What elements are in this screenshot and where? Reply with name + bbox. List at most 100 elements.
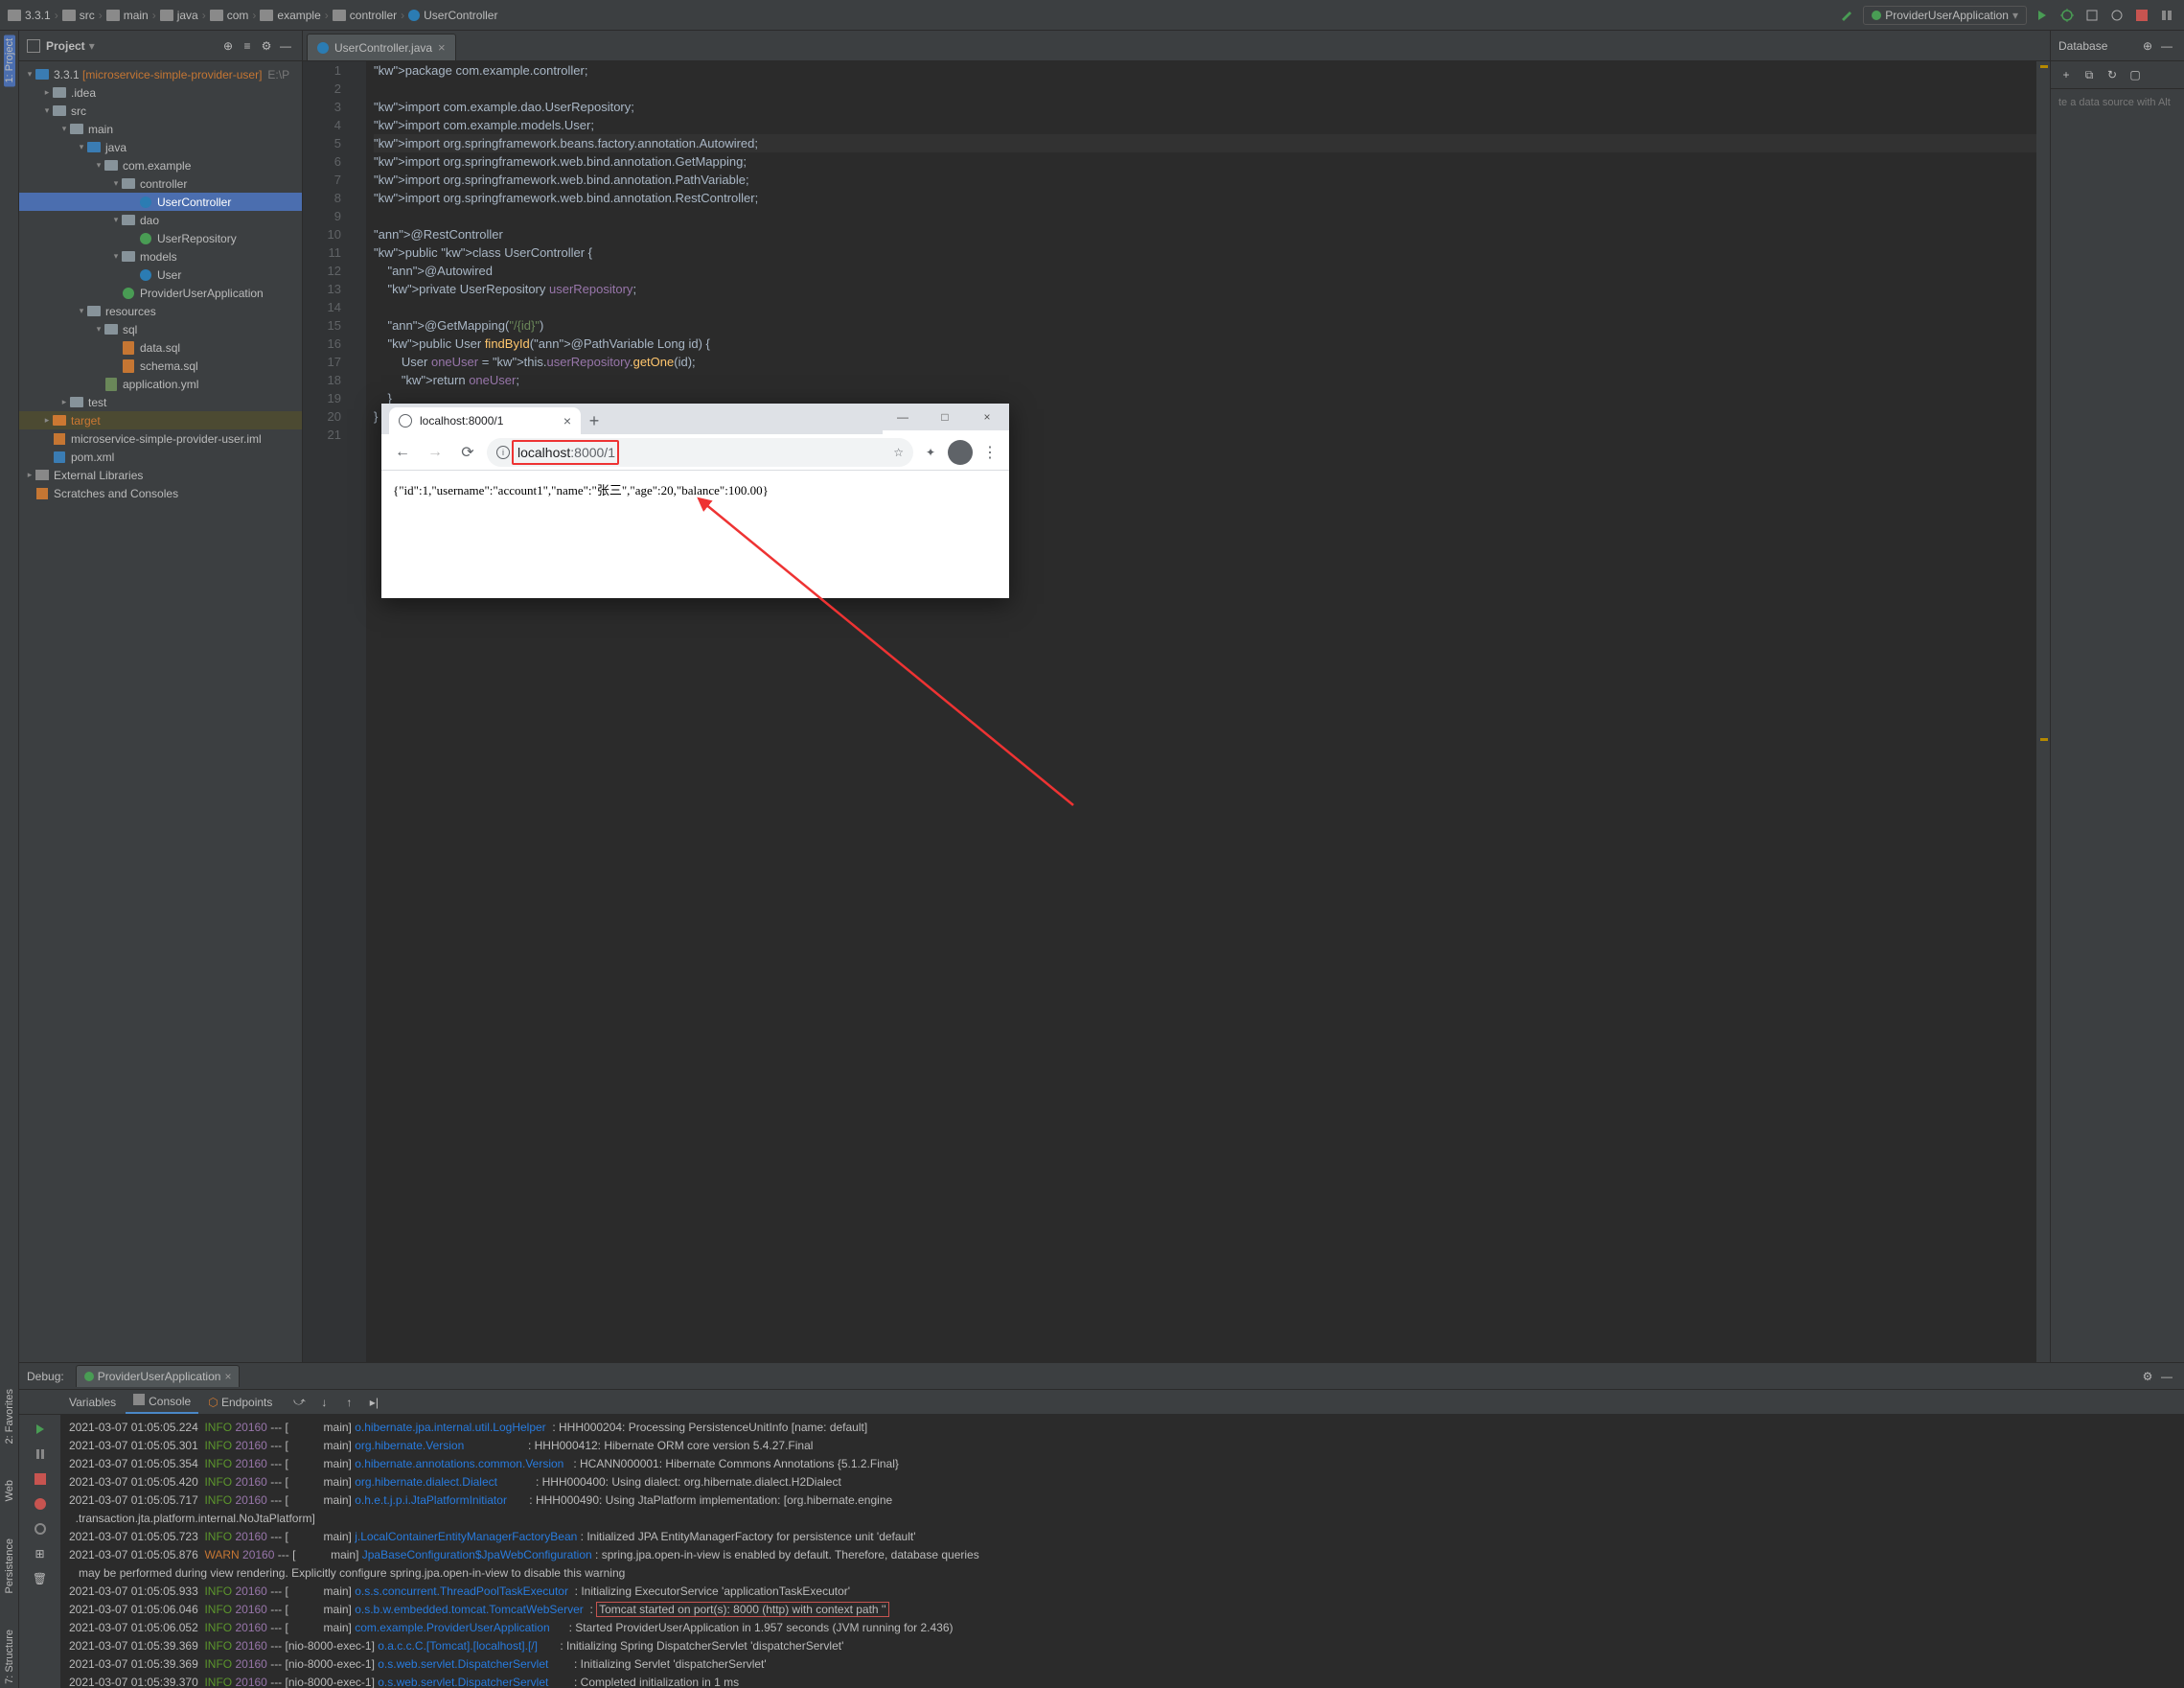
- subtab-endpoints[interactable]: ⬡ Endpoints: [200, 1392, 280, 1413]
- class-icon: [317, 42, 329, 54]
- editor-tab-usercontroller[interactable]: UserController.java ×: [307, 34, 456, 60]
- forward-button[interactable]: →: [422, 439, 448, 466]
- bookmark-icon[interactable]: ☆: [893, 446, 904, 459]
- close-window-icon[interactable]: ×: [967, 404, 1007, 430]
- tree-item-idea[interactable]: ▸.idea: [19, 83, 302, 102]
- tree-item-models[interactable]: ▾models: [19, 247, 302, 266]
- db-settings-icon[interactable]: ⊕: [2138, 36, 2157, 56]
- close-icon[interactable]: ×: [224, 1370, 231, 1383]
- structure-tool-tab[interactable]: 7: Structure: [4, 1626, 15, 1688]
- stop-icon[interactable]: ▢: [2126, 65, 2145, 84]
- url-highlight-annotation: [512, 440, 619, 465]
- update-button[interactable]: [2157, 6, 2176, 25]
- tree-root[interactable]: ▾3.3.1 [microservice-simple-provider-use…: [19, 65, 302, 83]
- select-opened-file-icon[interactable]: ⊕: [219, 37, 237, 55]
- run-config-selector[interactable]: ProviderUserApplication▾: [1863, 6, 2027, 25]
- run-button[interactable]: [2033, 6, 2052, 25]
- profile-avatar[interactable]: [948, 440, 973, 465]
- tree-item-src[interactable]: ▾src: [19, 102, 302, 120]
- code-editor[interactable]: 123456789101112131415161718192021 "kw">p…: [303, 61, 2050, 1362]
- run-to-cursor-icon[interactable]: ▸|: [364, 1393, 383, 1412]
- subtab-console[interactable]: Console: [126, 1390, 198, 1414]
- chevron-down-icon[interactable]: ▾: [89, 39, 95, 53]
- gutter: 123456789101112131415161718192021: [303, 61, 349, 1362]
- project-view-icon: [27, 39, 40, 53]
- tree-item-application-yml[interactable]: application.yml: [19, 375, 302, 393]
- coverage-button[interactable]: [2082, 6, 2102, 25]
- console-output[interactable]: 2021-03-07 01:05:05.224 INFO 20160 --- […: [61, 1415, 2184, 1688]
- layout-icon[interactable]: ⊞: [30, 1543, 51, 1564]
- tree-item-dao[interactable]: ▾dao: [19, 211, 302, 229]
- stop-debug-icon[interactable]: [30, 1468, 51, 1490]
- tree-item-data-sql[interactable]: data.sql: [19, 338, 302, 357]
- tree-item-test[interactable]: ▸test: [19, 393, 302, 411]
- browser-menu-icon[interactable]: ⋮: [978, 443, 1001, 462]
- tree-item-controller[interactable]: ▾controller: [19, 174, 302, 193]
- step-out-icon[interactable]: ↑: [339, 1393, 358, 1412]
- debug-hide-icon[interactable]: —: [2157, 1367, 2176, 1386]
- left-tool-strip: 1: Project 2: Favorites Web Persistence …: [0, 31, 19, 1688]
- gutter-icons: [349, 61, 366, 1362]
- tree-item-main[interactable]: ▾main: [19, 120, 302, 138]
- tree-item-usercontroller[interactable]: UserController: [19, 193, 302, 211]
- maximize-icon[interactable]: □: [925, 404, 965, 430]
- debug-settings-icon[interactable]: ⚙: [2138, 1367, 2157, 1386]
- stop-button[interactable]: [2132, 6, 2151, 25]
- db-hide-icon[interactable]: —: [2157, 36, 2176, 56]
- build-hammer-icon[interactable]: [1838, 6, 1857, 25]
- tree-item-user[interactable]: User: [19, 266, 302, 284]
- tree-item-resources[interactable]: ▾resources: [19, 302, 302, 320]
- minimize-icon[interactable]: —: [883, 404, 923, 430]
- project-tool-tab[interactable]: 1: Project: [4, 35, 15, 86]
- tab-close-icon[interactable]: ×: [563, 413, 571, 428]
- folder-icon: [106, 10, 120, 21]
- resume-icon[interactable]: [30, 1444, 51, 1465]
- back-button[interactable]: ←: [389, 439, 416, 466]
- persistence-tool-tab[interactable]: Persistence: [4, 1535, 15, 1597]
- project-header-title[interactable]: Project: [46, 39, 85, 53]
- step-over-icon[interactable]: ⤻: [289, 1393, 309, 1412]
- debug-button[interactable]: [2058, 6, 2077, 25]
- new-tab-button[interactable]: +: [581, 407, 608, 434]
- mute-breakpoints-icon[interactable]: [30, 1518, 51, 1539]
- tree-item-external-libraries[interactable]: ▸External Libraries: [19, 466, 302, 484]
- browser-tab[interactable]: localhost:8000/1 ×: [389, 407, 581, 434]
- tree-item-sql[interactable]: ▾sql: [19, 320, 302, 338]
- site-info-icon[interactable]: i: [496, 446, 510, 459]
- close-tab-icon[interactable]: ×: [438, 40, 446, 55]
- project-tree[interactable]: ▾3.3.1 [microservice-simple-provider-use…: [19, 61, 302, 1362]
- breadcrumb[interactable]: 3.3.1› src› main› java› com› example› co…: [8, 9, 1838, 22]
- folder-icon: [210, 10, 223, 21]
- debug-run-tab[interactable]: ProviderUserApplication×: [76, 1365, 241, 1387]
- refresh-icon[interactable]: ↻: [2103, 65, 2122, 84]
- tree-item-userrepository[interactable]: UserRepository: [19, 229, 302, 247]
- tree-item-java[interactable]: ▾java: [19, 138, 302, 156]
- folder-icon: [8, 10, 21, 21]
- tree-item-package[interactable]: ▾com.example: [19, 156, 302, 174]
- subtab-variables[interactable]: Variables: [61, 1392, 124, 1413]
- tree-item-iml[interactable]: microservice-simple-provider-user.iml: [19, 429, 302, 448]
- favorites-tool-tab[interactable]: 2: Favorites: [4, 1385, 15, 1447]
- profile-button[interactable]: [2107, 6, 2127, 25]
- add-datasource-icon[interactable]: +: [2057, 65, 2076, 84]
- view-breakpoints-icon[interactable]: [30, 1493, 51, 1515]
- extensions-icon[interactable]: ✦: [919, 446, 942, 459]
- trash-icon[interactable]: 🗑: [30, 1568, 51, 1589]
- web-tool-tab[interactable]: Web: [4, 1476, 15, 1505]
- tree-item-schema-sql[interactable]: schema.sql: [19, 357, 302, 375]
- gear-icon[interactable]: ⚙: [258, 37, 275, 55]
- omnibox[interactable]: i localhost:8000/1 ☆: [487, 438, 913, 467]
- rerun-icon[interactable]: [30, 1419, 51, 1440]
- expand-all-icon[interactable]: ≡: [239, 37, 256, 55]
- code-content[interactable]: "kw">package com.example.controller; "kw…: [366, 61, 2036, 1362]
- tree-item-pom[interactable]: pom.xml: [19, 448, 302, 466]
- reload-button[interactable]: ⟳: [454, 439, 481, 466]
- tree-item-application[interactable]: ProviderUserApplication: [19, 284, 302, 302]
- tree-item-target[interactable]: ▸target: [19, 411, 302, 429]
- hide-icon[interactable]: —: [277, 37, 294, 55]
- error-stripe[interactable]: [2036, 61, 2050, 1362]
- browser-tabrow: localhost:8000/1 × +: [381, 404, 883, 434]
- step-into-icon[interactable]: ↓: [314, 1393, 333, 1412]
- duplicate-icon[interactable]: ⧉: [2080, 65, 2099, 84]
- tree-item-scratches[interactable]: Scratches and Consoles: [19, 484, 302, 502]
